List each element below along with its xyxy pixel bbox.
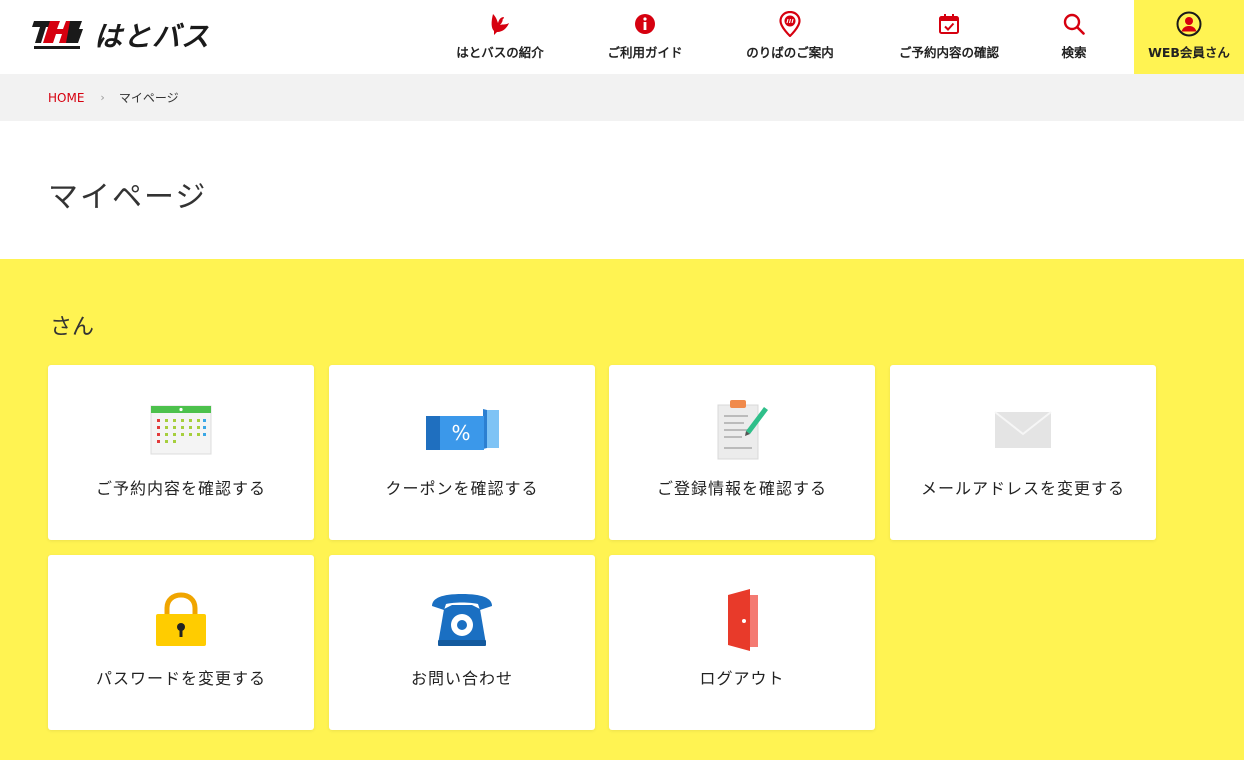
card-label: ご予約内容を確認する bbox=[95, 479, 266, 498]
breadcrumb-home-link[interactable]: HOME bbox=[48, 91, 84, 105]
nav-label: ご利用ガイド bbox=[607, 45, 683, 60]
nav-item-about[interactable]: はとバスの紹介 bbox=[452, 0, 548, 74]
nav-item-boarding[interactable]: のりばのご案内 bbox=[740, 0, 840, 74]
nav-label: WEB会員さん bbox=[1148, 45, 1230, 60]
lock-icon bbox=[141, 589, 221, 651]
telephone-icon bbox=[422, 589, 502, 651]
nav-label: ご予約内容の確認 bbox=[898, 45, 999, 60]
nav-item-guide[interactable]: ご利用ガイド bbox=[600, 0, 690, 74]
site-header: はとバス はとバスの紹介 ご利用ガイド のりばのご案内 ご予約内容の確認 検索 … bbox=[0, 0, 1244, 74]
location-pin-icon bbox=[778, 11, 802, 37]
card-label: ログアウト bbox=[699, 669, 785, 688]
member-menu-area: さん ご予約内容を確認する % クーポンを確認する ご登録情報を確認する メール… bbox=[0, 259, 1244, 760]
nav-member-button[interactable]: WEB会員さん bbox=[1134, 0, 1244, 74]
clipboard-icon bbox=[702, 399, 782, 461]
envelope-icon bbox=[983, 399, 1063, 461]
logo-text: はとバス bbox=[94, 20, 211, 53]
card-label: パスワードを変更する bbox=[95, 669, 266, 688]
card-label: ご登録情報を確認する bbox=[656, 479, 827, 498]
calendar-icon bbox=[141, 399, 221, 461]
calendar-check-icon bbox=[937, 11, 961, 37]
card-contact[interactable]: お問い合わせ bbox=[329, 555, 595, 730]
card-registration[interactable]: ご登録情報を確認する bbox=[609, 365, 875, 540]
dove-icon bbox=[488, 11, 512, 37]
info-icon bbox=[633, 11, 657, 37]
nav-label: のりばのご案内 bbox=[746, 45, 834, 60]
user-circle-icon bbox=[1176, 10, 1202, 38]
nav-item-reservation[interactable]: ご予約内容の確認 bbox=[892, 0, 1006, 74]
card-password[interactable]: パスワードを変更する bbox=[48, 555, 314, 730]
svg-text:%: % bbox=[451, 421, 470, 445]
nav-item-search[interactable]: 検索 bbox=[1052, 0, 1096, 74]
page-title: マイページ bbox=[48, 180, 208, 215]
nav-label: 検索 bbox=[1061, 45, 1087, 60]
card-reservation[interactable]: ご予約内容を確認する bbox=[48, 365, 314, 540]
breadcrumb-current: マイページ bbox=[118, 91, 179, 105]
card-label: お問い合わせ bbox=[410, 669, 513, 688]
member-name: さん bbox=[50, 315, 95, 340]
hato-bus-logo-icon bbox=[32, 21, 83, 49]
card-email[interactable]: メールアドレスを変更する bbox=[890, 365, 1156, 540]
coupon-icon: % bbox=[422, 399, 502, 461]
nav-label: はとバスの紹介 bbox=[456, 45, 544, 60]
card-logout[interactable]: ログアウト bbox=[609, 555, 875, 730]
chevron-right-icon: › bbox=[100, 91, 105, 104]
site-logo[interactable]: はとバス bbox=[32, 17, 210, 53]
door-icon bbox=[702, 589, 782, 651]
breadcrumb: HOME › マイページ bbox=[0, 74, 1244, 121]
card-label: クーポンを確認する bbox=[385, 479, 539, 498]
card-label: メールアドレスを変更する bbox=[920, 479, 1125, 498]
search-icon bbox=[1062, 11, 1086, 37]
card-coupon[interactable]: % クーポンを確認する bbox=[329, 365, 595, 540]
